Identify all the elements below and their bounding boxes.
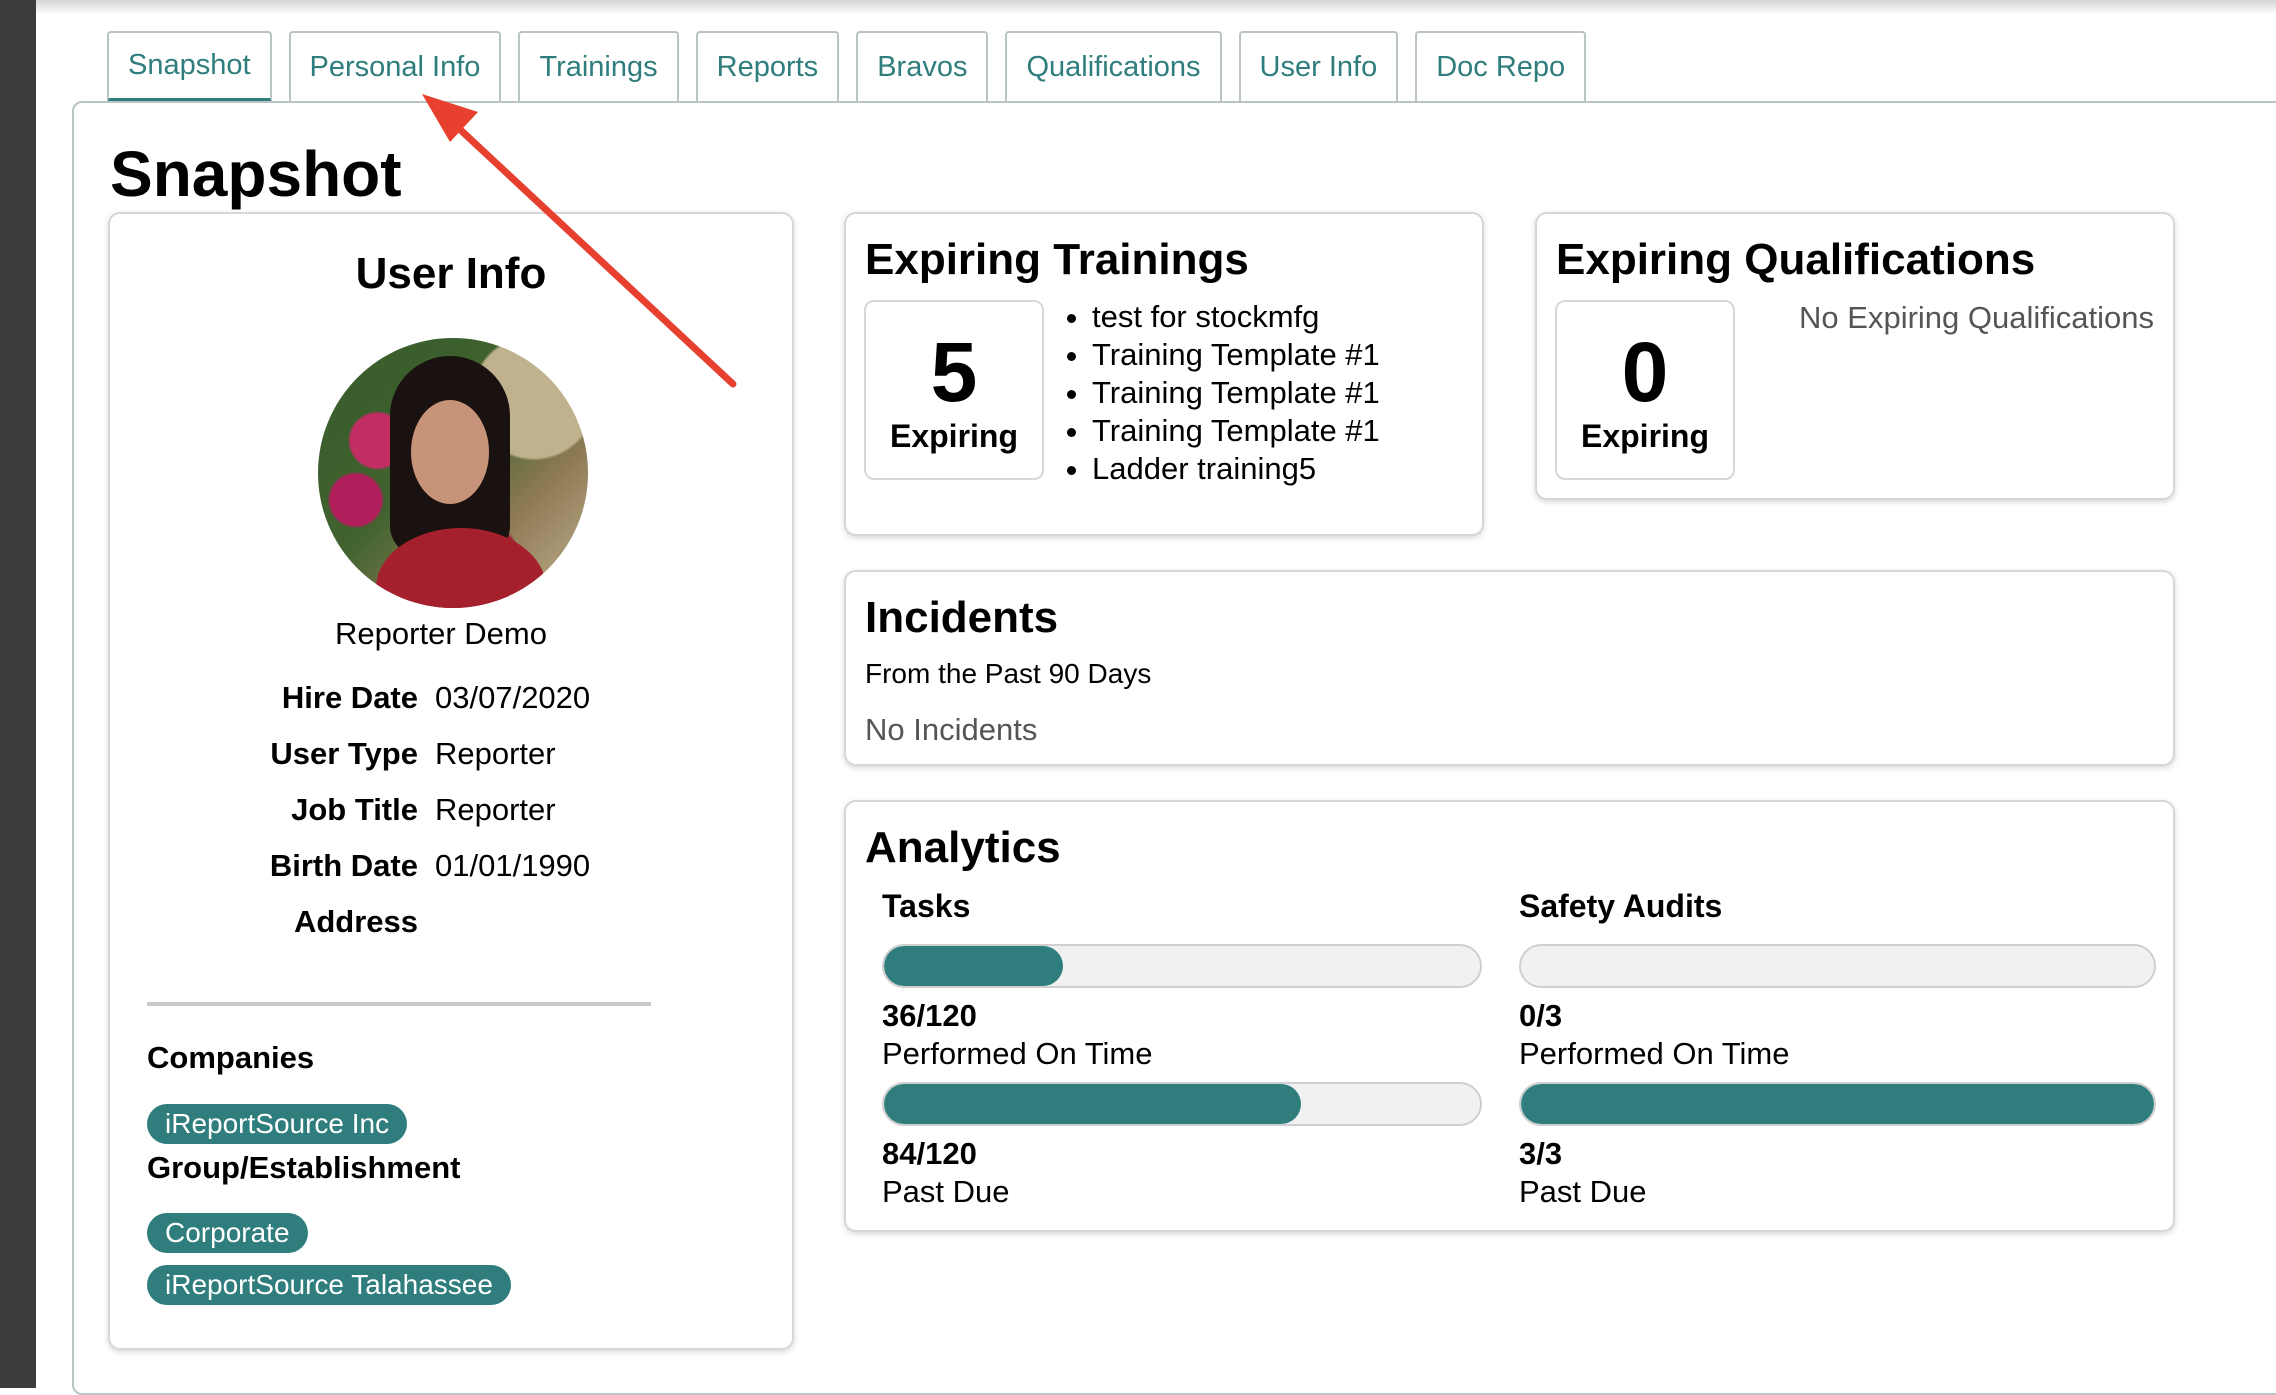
- expiring-qualifications-title: Expiring Qualifications: [1556, 235, 2036, 284]
- analytics-card: Analytics Tasks 36/120 Performed On Time…: [844, 800, 2175, 1232]
- analytics-title: Analytics: [865, 823, 1061, 872]
- tasks-on-time-count: 36/120: [882, 998, 977, 1033]
- tasks-on-time-fill: [884, 946, 1063, 986]
- tasks-on-time-bar: [882, 944, 1482, 988]
- companies-label: Companies: [147, 1040, 315, 1075]
- audits-past-due-label: Past Due: [1519, 1174, 1647, 1209]
- tab-bravos[interactable]: Bravos: [856, 31, 989, 101]
- expiring-trainings-list: test for stockmfg Training Template #1 T…: [1066, 298, 1380, 488]
- address-label: Address: [293, 904, 418, 939]
- tasks-past-due-label: Past Due: [882, 1174, 1010, 1209]
- avatar: [318, 338, 588, 608]
- tab-personal-info[interactable]: Personal Info: [288, 31, 502, 101]
- expiring-trainings-card: Expiring Trainings 5 Expiring test for s…: [844, 212, 1484, 536]
- birth-date-row: Birth Date 01/01/1990: [110, 838, 796, 894]
- list-item: test for stockmfg: [1092, 298, 1380, 336]
- hire-date-row: Hire Date 03/07/2020: [110, 670, 796, 726]
- list-item: Training Template #1: [1092, 374, 1380, 412]
- incidents-card: Incidents From the Past 90 Days No Incid…: [844, 570, 2175, 766]
- company-badge: iReportSource Inc: [147, 1104, 408, 1144]
- user-info-title: User Info: [355, 249, 547, 298]
- no-qualifications-text: No Expiring Qualifications: [1799, 300, 2154, 335]
- tab-doc-repo[interactable]: Doc Repo: [1415, 31, 1587, 101]
- page-title: Snapshot: [110, 138, 402, 210]
- tab-reports[interactable]: Reports: [695, 31, 840, 101]
- user-name: Reporter Demo: [335, 616, 547, 651]
- tasks-past-due-bar: [882, 1082, 1482, 1126]
- no-incidents-text: No Incidents: [865, 712, 1038, 747]
- avatar-face: [411, 400, 489, 504]
- list-item: Training Template #1: [1092, 412, 1380, 450]
- tasks-past-due-fill: [884, 1084, 1302, 1124]
- list-item: Ladder training5: [1092, 450, 1380, 488]
- tasks-on-time-label: Performed On Time: [882, 1036, 1153, 1071]
- audits-past-due-count: 3/3: [1519, 1136, 1563, 1171]
- safety-audits-title: Safety Audits: [1519, 888, 1723, 924]
- expiring-qualifications-count: 0: [1621, 325, 1669, 419]
- window-left-edge: [0, 0, 36, 1388]
- expiring-trainings-count-label: Expiring: [889, 418, 1018, 454]
- user-type-row: User Type Reporter: [110, 726, 796, 782]
- audits-on-time-count: 0/3: [1519, 998, 1563, 1033]
- section-divider: [147, 1002, 651, 1006]
- expiring-qualifications-count-box: 0 Expiring: [1555, 300, 1735, 480]
- tab-trainings[interactable]: Trainings: [518, 31, 679, 101]
- expiring-qualifications-card: Expiring Qualifications 0 Expiring No Ex…: [1535, 212, 2175, 500]
- audits-on-time-label: Performed On Time: [1519, 1036, 1790, 1071]
- job-title-row: Job Title Reporter: [110, 782, 796, 838]
- expiring-trainings-count-box: 5 Expiring: [864, 300, 1044, 480]
- group-badge-talahassee: iReportSource Talahassee: [147, 1265, 511, 1305]
- user-details: Hire Date 03/07/2020 User Type Reporter …: [110, 670, 796, 950]
- job-title-label: Job Title: [291, 792, 418, 827]
- tab-bar: Snapshot Personal Info Trainings Reports…: [107, 31, 1603, 103]
- user-type-label: User Type: [270, 736, 418, 771]
- tasks-title: Tasks: [882, 888, 971, 924]
- audits-past-due-bar: [1519, 1082, 2156, 1126]
- list-item: Training Template #1: [1092, 336, 1380, 374]
- audits-past-due-fill: [1521, 1084, 2154, 1124]
- address-row: Address: [110, 894, 796, 950]
- incidents-subtitle: From the Past 90 Days: [865, 658, 1152, 689]
- tab-user-info[interactable]: User Info: [1238, 31, 1399, 101]
- expiring-trainings-title: Expiring Trainings: [865, 235, 1249, 284]
- expiring-qualifications-count-label: Expiring: [1580, 418, 1709, 454]
- hire-date-label: Hire Date: [281, 680, 418, 715]
- birth-date-label: Birth Date: [269, 848, 418, 883]
- group-establishment-label: Group/Establishment: [147, 1150, 461, 1185]
- top-edge-shadow: [36, 0, 2276, 14]
- tab-snapshot[interactable]: Snapshot: [107, 31, 272, 103]
- expiring-trainings-count: 5: [930, 325, 978, 419]
- user-info-card: User Info Reporter Demo Hire Date 03/07/…: [108, 212, 794, 1350]
- job-title-value: Reporter: [435, 792, 556, 827]
- hire-date-value: 03/07/2020: [435, 680, 591, 715]
- incidents-title: Incidents: [865, 593, 1059, 642]
- tab-qualifications[interactable]: Qualifications: [1005, 31, 1222, 101]
- group-badge-corporate: Corporate: [147, 1213, 308, 1253]
- audits-on-time-bar: [1519, 944, 2156, 988]
- user-type-value: Reporter: [435, 736, 556, 771]
- tasks-past-due-count: 84/120: [882, 1136, 977, 1171]
- birth-date-value: 01/01/1990: [435, 848, 591, 883]
